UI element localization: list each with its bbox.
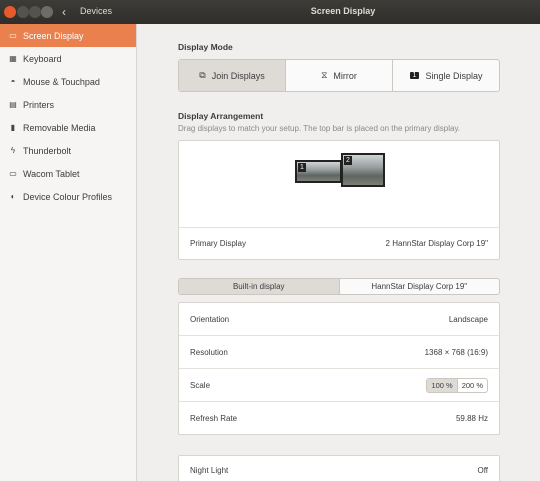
tab-built-in-display[interactable]: Built-in display (179, 279, 340, 294)
sidebar-item-label: Keyboard (23, 53, 62, 64)
usb-icon: ▮ (10, 123, 16, 132)
sidebar-item-label: Printers (23, 99, 55, 110)
resolution-row[interactable]: Resolution 1368 × 768 (16:9) (179, 336, 499, 369)
single-display-button[interactable]: 1 Single Display (393, 60, 499, 91)
close-window-button[interactable] (4, 6, 16, 18)
join-displays-icon: ⧉ (199, 70, 206, 80)
sidebar-item-screen-display[interactable]: ▭ Screen Display (0, 24, 136, 47)
window-title: Screen Display (310, 6, 376, 16)
display-mode-heading: Display Mode (178, 42, 233, 52)
monitor-number-badge: 2 (344, 156, 352, 165)
display-mode-selector: ⧉ Join Displays ⧖ Mirror 1 Single Displa… (178, 59, 500, 92)
monitor-number-badge: 1 (298, 163, 306, 172)
sidebar-item-removable-media[interactable]: ▮ Removable Media (0, 116, 136, 139)
monitor-2-preview[interactable]: 2 (341, 153, 385, 187)
maximize-window-button[interactable] (29, 6, 41, 18)
arrangement-area: 1 2 Primary Display 2 HannStar Display C… (178, 140, 500, 260)
refresh-rate-value: 59.88 Hz (455, 414, 488, 423)
refresh-rate-label: Refresh Rate (190, 414, 238, 423)
sidebar-item-device-colour-profiles[interactable]: ◐ Device Colour Profiles (0, 185, 136, 208)
night-light-label: Night Light (190, 466, 229, 475)
sidebar-item-wacom-tablet[interactable]: ▭ Wacom Tablet (0, 162, 136, 185)
orientation-label: Orientation (190, 314, 230, 324)
primary-display-value[interactable]: 2 HannStar Display Corp 19" (386, 239, 488, 248)
minimize-window-button[interactable] (17, 6, 29, 18)
display-tabs: Built-in display HannStar Display Corp 1… (178, 278, 500, 295)
main-content: Display Mode ⧉ Join Displays ⧖ Mirror 1 … (137, 24, 540, 481)
orientation-row[interactable]: Orientation Landscape (179, 303, 499, 336)
join-displays-button[interactable]: ⧉ Join Displays (179, 60, 286, 91)
keyboard-icon: ▦ (9, 54, 17, 63)
display-icon: ▭ (9, 31, 17, 40)
window-menu-button[interactable] (41, 6, 53, 18)
back-arrow-icon[interactable]: ‹ (62, 5, 66, 19)
sidebar-item-label: Removable Media (23, 122, 96, 133)
mouse-icon: ◓ (10, 77, 16, 86)
sidebar-item-label: Screen Display (23, 30, 84, 41)
printer-icon: ▤ (9, 100, 17, 109)
sidebar: ▭ Screen Display ▦ Keyboard ◓ Mouse & To… (0, 24, 137, 481)
scale-selector: 100 % 200 % (426, 377, 488, 393)
sidebar-item-printers[interactable]: ▤ Printers (0, 93, 136, 116)
resolution-value: 1368 × 768 (16:9) (424, 347, 488, 357)
thunderbolt-icon: ϟ (10, 146, 16, 155)
mirror-icon: ⧖ (321, 70, 328, 80)
color-profile-icon: ◐ (10, 192, 16, 201)
display-arrangement-heading: Display Arrangement (178, 111, 264, 121)
scale-label: Scale (190, 380, 211, 390)
divider (179, 227, 499, 228)
arrangement-description: Drag displays to match your setup. The t… (178, 124, 461, 133)
sidebar-item-thunderbolt[interactable]: ϟ Thunderbolt (0, 139, 136, 162)
title-bar: ‹ Devices Screen Display (0, 0, 540, 24)
section-title: Devices (80, 6, 113, 16)
tab-hannstar-display[interactable]: HannStar Display Corp 19" (340, 279, 500, 294)
scale-row: Scale 100 % 200 % (179, 369, 499, 402)
night-light-row[interactable]: Night Light Off (178, 455, 500, 481)
orientation-value: Landscape (448, 314, 488, 324)
sidebar-item-label: Thunderbolt (23, 145, 72, 156)
sidebar-item-keyboard[interactable]: ▦ Keyboard (0, 47, 136, 70)
scale-100-button[interactable]: 100 % (427, 378, 458, 392)
resolution-label: Resolution (190, 347, 228, 357)
scale-200-button[interactable]: 200 % (458, 379, 487, 392)
tablet-icon: ▭ (9, 169, 17, 178)
sidebar-item-label: Wacom Tablet (23, 168, 80, 179)
sidebar-item-mouse-touchpad[interactable]: ◓ Mouse & Touchpad (0, 70, 136, 93)
sidebar-item-label: Device Colour Profiles (23, 191, 113, 202)
display-settings-panel: Orientation Landscape Resolution 1368 × … (178, 302, 500, 435)
sidebar-item-label: Mouse & Touchpad (23, 76, 100, 87)
monitor-1-preview[interactable]: 1 (295, 160, 342, 183)
single-display-icon: 1 (409, 72, 420, 79)
refresh-rate-row[interactable]: Refresh Rate 59.88 Hz (179, 402, 499, 435)
primary-display-label: Primary Display (190, 239, 247, 248)
mirror-button[interactable]: ⧖ Mirror (286, 60, 393, 91)
night-light-value: Off (477, 466, 488, 475)
